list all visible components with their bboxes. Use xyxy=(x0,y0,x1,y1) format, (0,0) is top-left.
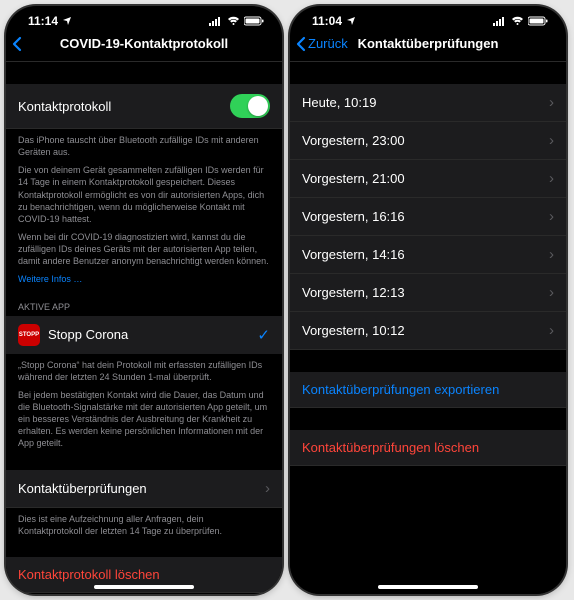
app-description: „Stopp Corona“ hat dein Protokoll mit er… xyxy=(6,354,282,450)
status-time: 11:14 xyxy=(28,14,58,28)
home-indicator[interactable] xyxy=(94,585,194,589)
status-bar: 11:04 xyxy=(290,6,566,30)
chevron-right-icon: › xyxy=(549,170,554,187)
list-item-label: Vorgestern, 23:00 xyxy=(302,133,405,148)
chevron-right-icon: › xyxy=(549,94,554,111)
wifi-icon xyxy=(511,16,524,26)
signal-icon xyxy=(209,16,223,26)
chevron-right-icon: › xyxy=(549,208,554,225)
list-item[interactable]: Vorgestern, 21:00 › xyxy=(290,160,566,198)
chevron-right-icon: › xyxy=(549,132,554,149)
row-kontaktueberpruefungen[interactable]: Kontaktüberprüfungen › xyxy=(6,470,282,508)
back-button[interactable] xyxy=(12,36,22,52)
app-row-stopp-corona[interactable]: STOPP Stopp Corona ✓ xyxy=(6,316,282,354)
app-name: Stopp Corona xyxy=(48,327,249,342)
description-block: Das iPhone tauscht über Bluetooth zufäll… xyxy=(6,129,282,286)
chevron-left-icon xyxy=(296,36,306,52)
checkmark-icon: ✓ xyxy=(257,326,270,344)
location-icon xyxy=(346,16,356,26)
toggle-label: Kontaktprotokoll xyxy=(18,99,111,114)
list-item[interactable]: Heute, 10:19 › xyxy=(290,84,566,122)
content-left: Kontaktprotokoll Das iPhone tauscht über… xyxy=(6,62,282,594)
navigation-bar: Zurück Kontaktüberprüfungen xyxy=(290,30,566,62)
chevron-right-icon: › xyxy=(549,246,554,263)
wifi-icon xyxy=(227,16,240,26)
page-title: Kontaktüberprüfungen xyxy=(358,36,499,51)
app-icon: STOPP xyxy=(18,324,40,346)
phone-right: 11:04 Zurück Kontaktüberprüfungen Heute,… xyxy=(290,6,566,594)
chevron-right-icon: › xyxy=(549,322,554,339)
back-button[interactable]: Zurück xyxy=(296,36,348,52)
list-item[interactable]: Vorgestern, 23:00 › xyxy=(290,122,566,160)
chevron-right-icon: › xyxy=(265,480,270,497)
chevron-left-icon xyxy=(12,36,22,52)
navigation-bar: COVID-19-Kontaktprotokoll xyxy=(6,30,282,62)
signal-icon xyxy=(493,16,507,26)
status-bar: 11:14 xyxy=(6,6,282,30)
delete-description: Das Löschen deines Kontaktprotokolls ent… xyxy=(6,593,282,594)
list-item-label: Heute, 10:19 xyxy=(302,95,376,110)
row-delete-checks[interactable]: Kontaktüberprüfungen löschen xyxy=(290,430,566,466)
location-icon xyxy=(62,16,72,26)
home-indicator[interactable] xyxy=(378,585,478,589)
list-item-label: Vorgestern, 21:00 xyxy=(302,171,405,186)
list-item-label: Vorgestern, 10:12 xyxy=(302,323,405,338)
list-item[interactable]: Vorgestern, 14:16 › xyxy=(290,236,566,274)
chevron-right-icon: › xyxy=(549,284,554,301)
list-item[interactable]: Vorgestern, 10:12 › xyxy=(290,312,566,350)
content-right: Heute, 10:19›Vorgestern, 23:00›Vorgester… xyxy=(290,62,566,594)
list-item[interactable]: Vorgestern, 16:16 › xyxy=(290,198,566,236)
row-export[interactable]: Kontaktüberprüfungen exportieren xyxy=(290,372,566,408)
back-label: Zurück xyxy=(308,36,348,51)
checks-description: Dies ist eine Aufzeichnung aller Anfrage… xyxy=(6,508,282,537)
list-item-label: Vorgestern, 12:13 xyxy=(302,285,405,300)
list-item[interactable]: Vorgestern, 12:13 › xyxy=(290,274,566,312)
status-time: 11:04 xyxy=(312,14,342,28)
more-info-link[interactable]: Weitere Infos … xyxy=(18,273,270,285)
check-list: Heute, 10:19›Vorgestern, 23:00›Vorgester… xyxy=(290,84,566,350)
list-item-label: Vorgestern, 14:16 xyxy=(302,247,405,262)
battery-icon xyxy=(528,16,548,26)
page-title: COVID-19-Kontaktprotokoll xyxy=(60,36,228,51)
list-item-label: Vorgestern, 16:16 xyxy=(302,209,405,224)
section-header-active-app: AKTIVE APP xyxy=(6,292,282,316)
toggle-switch[interactable] xyxy=(230,94,270,118)
phone-left: 11:14 COVID-19-Kontaktprotokoll Kontaktp… xyxy=(6,6,282,594)
battery-icon xyxy=(244,16,264,26)
toggle-row-kontaktprotokoll[interactable]: Kontaktprotokoll xyxy=(6,84,282,129)
